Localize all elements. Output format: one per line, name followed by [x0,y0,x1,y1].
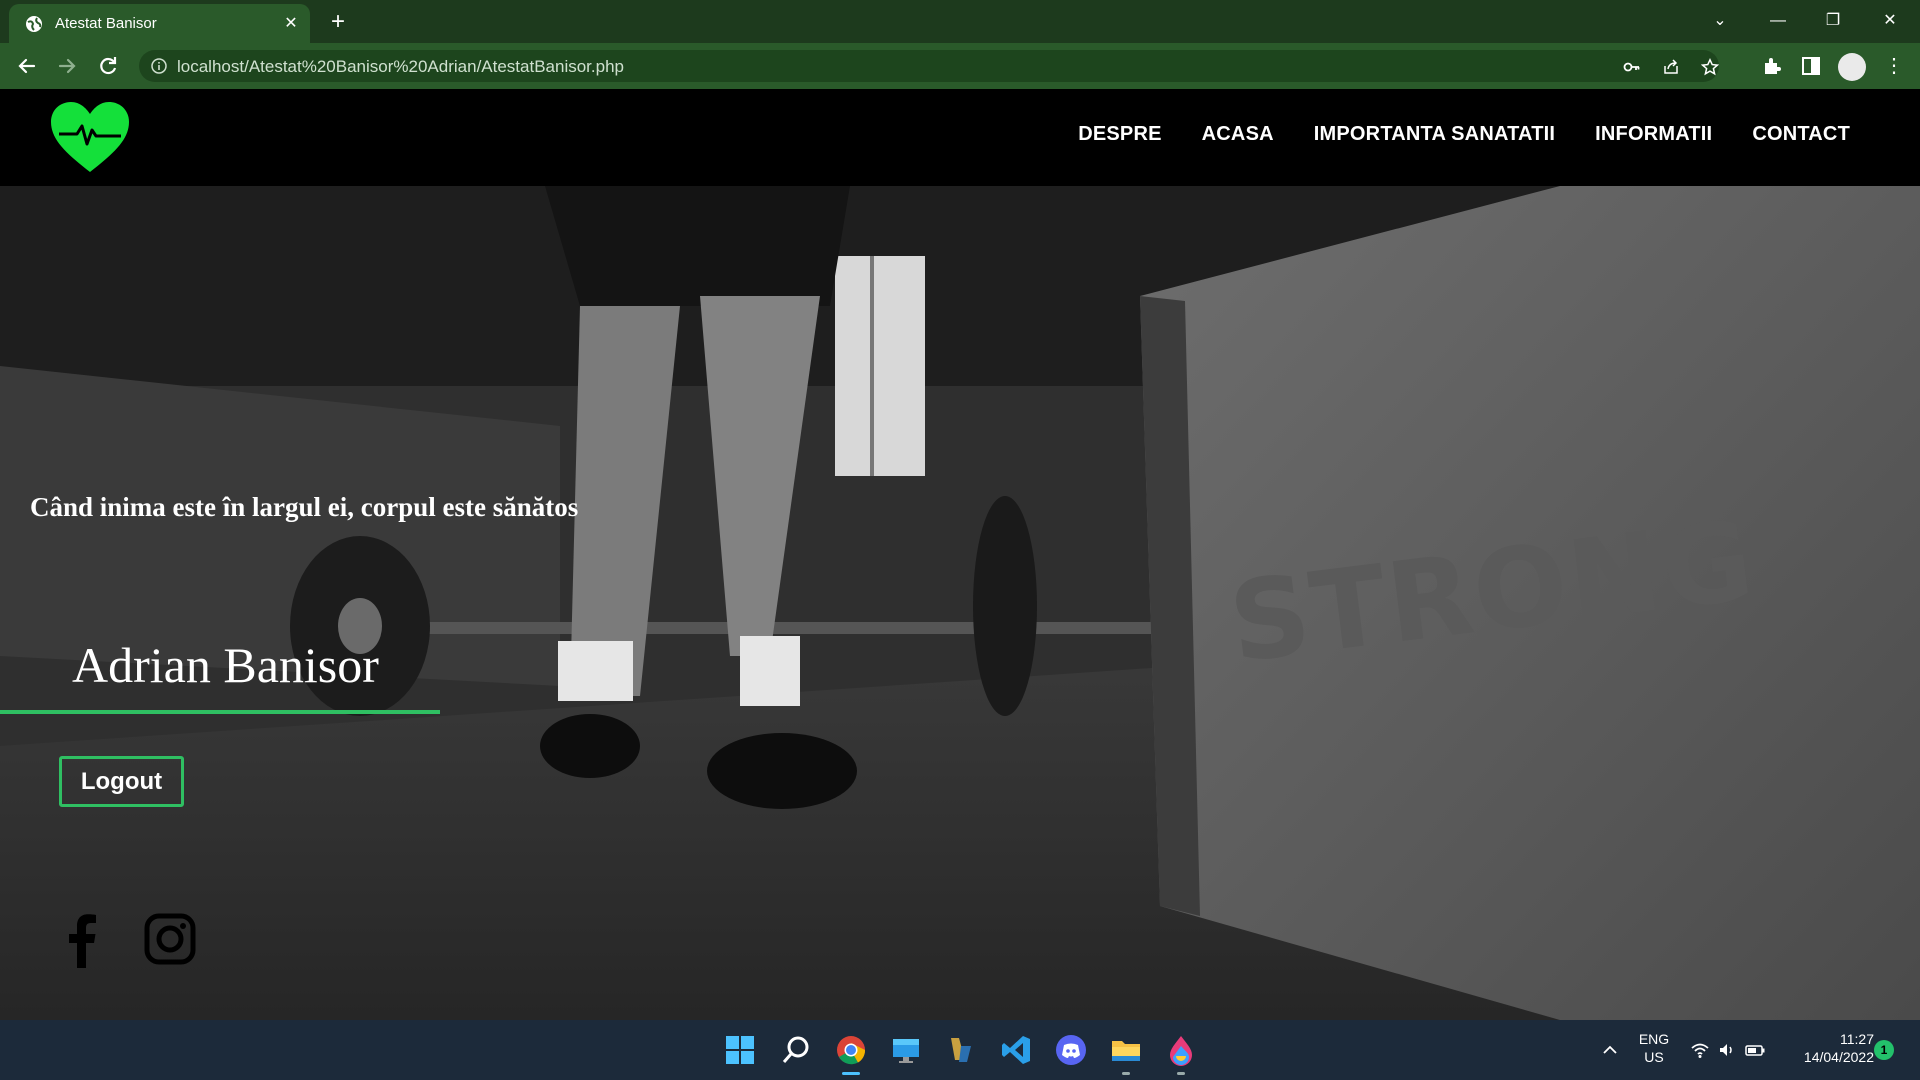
tab-title: Atestat Banisor [55,15,157,32]
hero-section: STRONG Când inima este în largul ei, cor… [0,186,1920,1020]
reload-icon[interactable] [93,51,123,81]
heart-pulse-logo[interactable] [49,100,131,174]
forward-icon[interactable] [52,51,82,81]
clock-time: 11:27 [1840,1031,1874,1047]
browser-toolbar: localhost/Atestat%20Banisor%20Adrian/Ate… [0,43,1920,89]
facebook-icon[interactable] [56,910,108,968]
side-panel-icon[interactable] [1800,55,1822,77]
discord-icon[interactable] [1055,1034,1087,1066]
vscode-icon[interactable] [1000,1034,1032,1066]
star-icon[interactable] [1701,58,1719,76]
windows-start-icon[interactable] [724,1034,756,1066]
nav-informatii[interactable]: INFORMATII [1595,123,1712,146]
profile-avatar[interactable] [1838,53,1866,81]
nav-contact[interactable]: CONTACT [1752,123,1850,146]
chrome-icon[interactable] [835,1034,867,1066]
region-code: US [1644,1049,1664,1065]
notification-badge[interactable]: 1 [1874,1040,1894,1060]
menu-icon[interactable]: ⋮ [1884,53,1904,79]
close-icon[interactable]: ✕ [281,14,301,34]
hero-quote: Când inima este în largul ei, corpul est… [30,492,579,522]
search-icon[interactable] [780,1034,812,1066]
battery-icon[interactable] [1745,1040,1765,1060]
open-app-indicator [1177,1072,1185,1075]
windows-taskbar: ENG US 11:27 14/04/2022 [0,1020,1920,1080]
name-underline [0,710,440,714]
file-explorer-icon[interactable] [1110,1034,1142,1066]
share-icon[interactable] [1662,58,1680,76]
browser-tab[interactable]: Atestat Banisor ✕ [9,4,310,43]
address-bar[interactable]: localhost/Atestat%20Banisor%20Adrian/Ate… [139,50,1719,82]
nav-importanta-sanatatii[interactable]: IMPORTANTA SANATATII [1314,123,1555,146]
language-code: ENG [1638,1031,1670,1047]
clock[interactable]: 11:27 14/04/2022 [1784,1030,1874,1066]
window-close-icon[interactable]: ✕ [1875,6,1905,36]
main-nav: DESPRE ACASA IMPORTANTA SANATATII INFORM… [1078,123,1850,146]
key-icon[interactable] [1623,58,1641,76]
url-text: localhost/Atestat%20Banisor%20Adrian/Ate… [177,57,624,76]
open-app-indicator [1122,1072,1130,1075]
nav-acasa[interactable]: ACASA [1202,123,1274,146]
extensions-icon[interactable] [1761,55,1783,77]
site-header: DESPRE ACASA IMPORTANTA SANATATII INFORM… [0,89,1920,186]
back-icon[interactable] [12,51,42,81]
gym-background-image: STRONG [0,186,1920,1020]
nav-despre[interactable]: DESPRE [1078,123,1161,146]
browser-tab-strip: Atestat Banisor ✕ + ⌄ — ❐ ✕ [0,0,1920,43]
plus-icon[interactable]: + [325,9,351,35]
desktop-icon[interactable] [890,1034,922,1066]
globe-icon [26,16,42,32]
app-icon[interactable] [945,1034,977,1066]
language-indicator[interactable]: ENG US [1636,1030,1672,1066]
volume-icon[interactable] [1717,1040,1737,1060]
restore-icon[interactable]: ❐ [1818,6,1848,36]
clock-date: 14/04/2022 [1803,1049,1874,1065]
info-icon[interactable] [151,58,167,74]
user-name: Adrian Banisor [72,637,379,693]
chevron-down-icon[interactable]: ⌄ [1705,6,1735,36]
paint-icon[interactable] [1165,1034,1197,1066]
logout-button[interactable]: Logout [59,756,184,807]
minimize-icon[interactable]: — [1763,6,1793,36]
wifi-icon[interactable] [1690,1040,1710,1060]
chevron-up-icon[interactable] [1600,1040,1620,1060]
instagram-icon[interactable] [144,910,196,968]
active-app-indicator [842,1072,860,1075]
